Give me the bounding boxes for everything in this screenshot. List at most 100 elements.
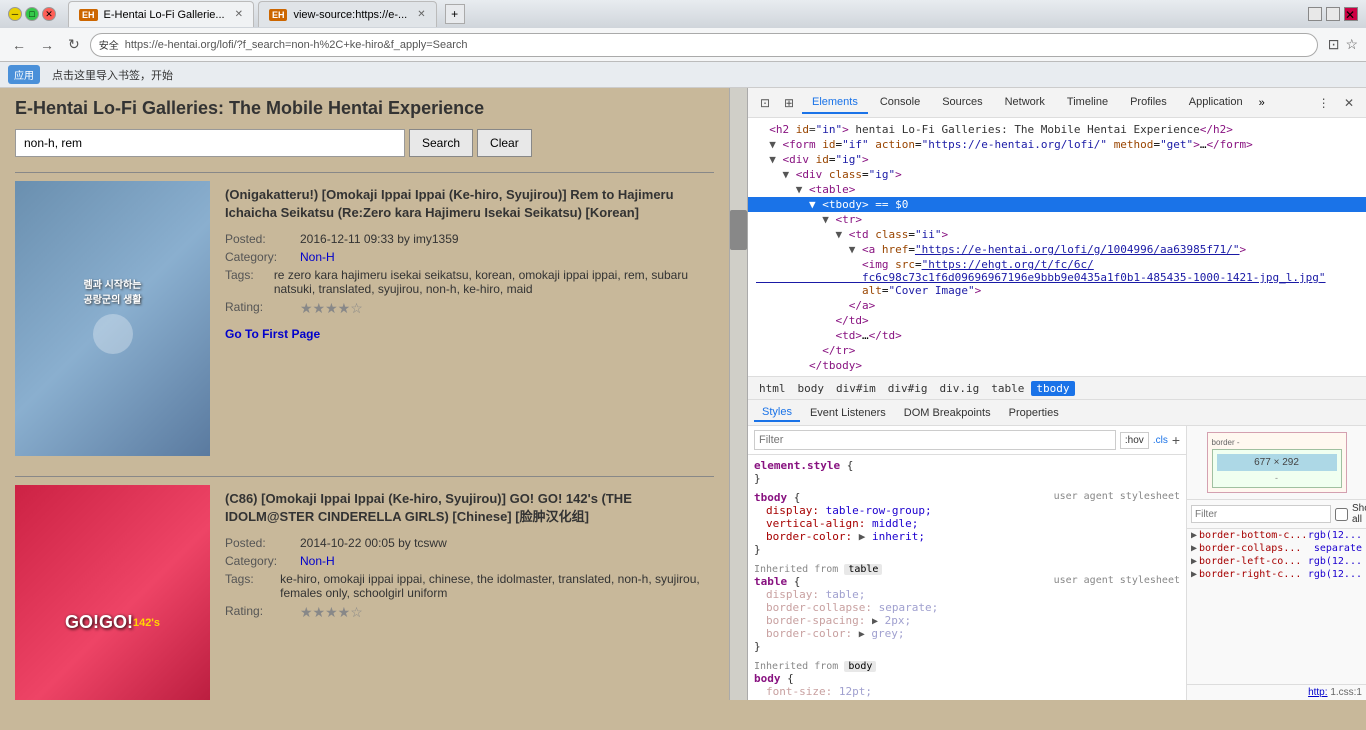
title-bar: ─ □ ✕ EH E-Hentai Lo-Fi Gallerie... ✕ EH… <box>0 0 1366 28</box>
dom-line-2[interactable]: ▼ <div id="ig"> <box>748 152 1366 167</box>
devtools-bottom: Styles Event Listeners DOM Breakpoints P… <box>748 400 1366 700</box>
hov-btn[interactable]: :hov <box>1120 432 1149 449</box>
gallery-info-2: (C86) [Omokaji Ippai Ippai (Ke-hiro, Syu… <box>225 485 714 700</box>
dom-tree[interactable]: <h2 id="in"> hentai Lo-Fi Galleries: The… <box>748 118 1366 376</box>
search-input[interactable] <box>15 129 405 157</box>
tab-network[interactable]: Network <box>995 92 1055 114</box>
computed-filter-input[interactable] <box>1191 505 1331 523</box>
gallery-item-2: GO!GO! 142's (C86) [Omokaji Ippai Ippai … <box>15 485 714 700</box>
maximize-btn[interactable]: □ <box>25 7 39 21</box>
breadcrumb-html[interactable]: html <box>754 381 791 396</box>
rating-row-2: Rating: ★★★★☆ <box>225 604 714 621</box>
css-rule-inherited-table: Inherited from table table user agent st… <box>754 562 1180 653</box>
dom-line-9[interactable]: <img src="https://ehgt.org/t/fc/6c/ fc6c… <box>748 257 1366 298</box>
divider-mid <box>15 476 714 477</box>
more-tabs-btn[interactable]: » <box>1259 97 1265 109</box>
styles-right: border - 677 × 292 - <box>1186 426 1366 700</box>
breadcrumb-tbody[interactable]: tbody <box>1031 381 1074 396</box>
reload-button[interactable]: ↻ <box>64 34 84 55</box>
tab-sources[interactable]: Sources <box>932 92 992 114</box>
scrollbar[interactable] <box>730 88 748 700</box>
tab-icon-1: EH <box>79 9 98 21</box>
search-button[interactable]: Search <box>409 129 473 157</box>
prop-name-1: border-collaps... <box>1199 543 1314 554</box>
dom-line-0[interactable]: <h2 id="in"> hentai Lo-Fi Galleries: The… <box>748 122 1366 137</box>
tab-close-2[interactable]: ✕ <box>417 9 425 20</box>
dom-line-12[interactable]: <td>…</td> <box>748 328 1366 343</box>
dom-line-3[interactable]: ▼ <div class="ig"> <box>748 167 1366 182</box>
close-window-btn[interactable]: ✕ <box>1344 7 1358 21</box>
dom-line-10[interactable]: </a> <box>748 298 1366 313</box>
minimize-btn[interactable]: ─ <box>8 7 22 21</box>
bottom-tab-bar: Styles Event Listeners DOM Breakpoints P… <box>748 400 1366 426</box>
tab-close-1[interactable]: ✕ <box>235 9 243 20</box>
tab-event-listeners[interactable]: Event Listeners <box>802 405 894 421</box>
show-all-checkbox[interactable] <box>1335 508 1348 521</box>
bookmark-star-icon[interactable]: ☆ <box>1345 36 1358 53</box>
restore-window-btn[interactable] <box>1326 7 1340 21</box>
css-selector-table: table <box>754 575 787 588</box>
go-first-page-1[interactable]: Go To First Page <box>225 327 714 341</box>
clear-button[interactable]: Clear <box>477 129 532 157</box>
forward-button[interactable]: → <box>36 35 58 55</box>
close-btn[interactable]: ✕ <box>42 7 56 21</box>
tab-label-2: view-source:https://e-... <box>293 9 407 21</box>
dom-line-11[interactable]: </td> <box>748 313 1366 328</box>
gallery-title-1[interactable]: (Onigakatteru!) [Omokaji Ippai Ippai (Ke… <box>225 186 714 222</box>
gallery-title-2[interactable]: (C86) [Omokaji Ippai Ippai (Ke-hiro, Syu… <box>225 490 714 526</box>
breadcrumb-divig[interactable]: div.ig <box>935 381 985 396</box>
styles-filter-input[interactable] <box>754 430 1116 450</box>
devtools-menu-btn[interactable]: ⋮ <box>1313 92 1335 114</box>
tab-elements[interactable]: Elements <box>802 92 868 114</box>
tab-profiles[interactable]: Profiles <box>1120 92 1177 114</box>
back-button[interactable]: ← <box>8 35 30 55</box>
breadcrumb-table[interactable]: table <box>986 381 1029 396</box>
posted-label-2: Posted: <box>225 536 300 550</box>
tags-row-1: Tags: re zero kara hajimeru isekai seika… <box>225 268 714 296</box>
dom-line-6[interactable]: ▼ <tr> <box>748 212 1366 227</box>
dom-line-13[interactable]: </tr> <box>748 343 1366 358</box>
import-bookmark[interactable]: 点击这里导入书签，开始 <box>48 65 177 85</box>
tab-application[interactable]: Application <box>1179 92 1253 114</box>
dom-line-14[interactable]: </tbody> <box>748 358 1366 373</box>
breadcrumb-body[interactable]: body <box>793 381 830 396</box>
tab-viewsource[interactable]: EH view-source:https://e-... ✕ <box>258 1 437 27</box>
prop-val-0: rgb(12... <box>1308 530 1362 541</box>
inspect-element-btn[interactable]: ⊡ <box>754 92 776 114</box>
gallery-thumb-1[interactable]: 렘과 시작하는공랑군의 생활 <box>15 181 210 456</box>
tab-styles[interactable]: Styles <box>754 404 800 422</box>
cast-icon[interactable]: ⊡ <box>1328 36 1340 53</box>
breadcrumb-divim[interactable]: div#im <box>831 381 881 396</box>
computed-props: ▶ border-bottom-c... rgb(12... ▶ border-… <box>1187 529 1366 684</box>
dom-line-4[interactable]: ▼ <table> <box>748 182 1366 197</box>
new-tab-btn[interactable]: + <box>445 4 465 24</box>
dom-line-7[interactable]: ▼ <td class="ii"> <box>748 227 1366 242</box>
device-mode-btn[interactable]: ⊞ <box>778 92 800 114</box>
dom-line-8[interactable]: ▼ <a href="https://e-hentai.org/lofi/g/1… <box>748 242 1366 257</box>
tab-ehentai[interactable]: EH E-Hentai Lo-Fi Gallerie... ✕ <box>68 1 254 27</box>
prop-arrow-3: ▶ <box>1191 569 1197 580</box>
apps-bookmark[interactable]: 应用 <box>8 65 40 84</box>
breadcrumb-divid[interactable]: div#ig <box>883 381 933 396</box>
add-style-btn[interactable]: + <box>1172 432 1180 448</box>
dom-line-1[interactable]: ▼ <form id="if" action="https://e-hentai… <box>748 137 1366 152</box>
address-text[interactable]: https://e-hentai.org/lofi/?f_search=non-… <box>125 39 468 51</box>
bookmark-bar: 应用 点击这里导入书签，开始 <box>0 62 1366 88</box>
webpage-panel: E-Hentai Lo-Fi Galleries: The Mobile Hen… <box>0 88 730 700</box>
minimize-window-btn[interactable] <box>1308 7 1322 21</box>
gallery-thumb-2[interactable]: GO!GO! 142's <box>15 485 210 700</box>
devtools-close-btn[interactable]: ✕ <box>1338 92 1360 114</box>
dom-line-5[interactable]: ▼ <tbody> == $0 <box>748 197 1366 212</box>
tab-properties[interactable]: Properties <box>1001 405 1067 421</box>
category-value-2[interactable]: Non-H <box>300 554 335 568</box>
tab-console[interactable]: Console <box>870 92 930 114</box>
prop-name-3: border-right-c... <box>1199 569 1308 580</box>
devtools-more-btn: ⋮ ✕ <box>1313 92 1360 114</box>
tab-dom-breakpoints[interactable]: DOM Breakpoints <box>896 405 999 421</box>
status-link[interactable]: http: <box>1308 687 1327 698</box>
category-value-1[interactable]: Non-H <box>300 250 335 264</box>
cls-btn[interactable]: .cls <box>1153 435 1168 446</box>
prop-val-2: rgb(12... <box>1308 556 1362 567</box>
inherited-tag-table: table <box>844 564 882 575</box>
tab-timeline[interactable]: Timeline <box>1057 92 1118 114</box>
